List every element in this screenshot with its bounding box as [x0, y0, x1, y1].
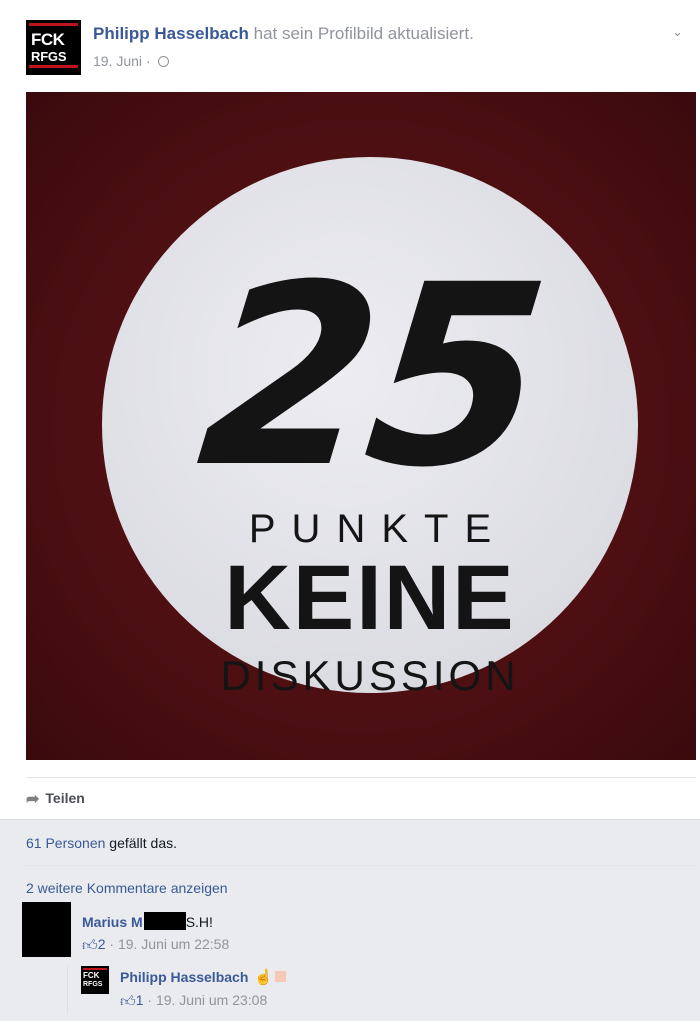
post-meta: 19. Juni · [93, 53, 169, 69]
comment: Marius M S.H! 👍︎2 · 19. Juni um 22:58 [22, 902, 692, 958]
post-action-text: hat sein Profilbild aktualisiert. [253, 24, 474, 43]
reply-meta: 👍︎1 · 19. Juni um 23:08 [120, 992, 267, 1011]
reply-comment: FCK RFGS Philipp Hasselbach ☝ 👍︎1 · 19. J… [81, 966, 681, 1016]
avatar-stripe-bottom [29, 65, 78, 68]
avatar-stripe [83, 968, 107, 970]
photo-number: 25 [188, 231, 552, 522]
profile-picture-image[interactable]: 25 PUNKTE KEINE DISKUSSION [26, 92, 696, 760]
divider [26, 777, 696, 778]
photo-text-punkte: PUNKTE [248, 507, 508, 551]
author-name-link[interactable]: Philipp Hasselbach [93, 24, 249, 43]
comment-text: S.H! [185, 914, 213, 930]
photo-text-keine: KEINE [224, 547, 516, 649]
comment-body: Marius M S.H! [82, 912, 213, 930]
avatar-text-line2: RFGS [31, 49, 67, 64]
comment-time-link[interactable]: 19. Juni um 22:58 [118, 936, 229, 952]
post-card: FCK RFGS Philipp Hasselbach hat sein Pro… [0, 0, 700, 820]
more-comments-link[interactable]: 2 weitere Kommentare anzeigen [26, 880, 228, 896]
reply-author-avatar[interactable]: FCK RFGS [81, 966, 109, 994]
flag-icon [275, 971, 287, 982]
avatar-stripe [29, 23, 78, 26]
share-button[interactable]: ➦ Teilen [26, 789, 85, 809]
likes-suffix: gefällt das. [109, 835, 178, 851]
photo-circle: 25 PUNKTE KEINE DISKUSSION [102, 157, 638, 699]
share-label: Teilen [45, 790, 85, 806]
comment-meta: 👍︎2 · 19. Juni um 22:58 [82, 936, 229, 955]
commenter-avatar-redacted[interactable] [22, 902, 71, 957]
meta-separator: · [147, 992, 153, 1008]
reply-thread-line [67, 966, 68, 1014]
meta-separator: · [145, 53, 151, 69]
avatar-text-line1: FCK [83, 971, 100, 980]
reply-time-link[interactable]: 19. Juni um 23:08 [156, 992, 267, 1008]
author-avatar[interactable]: FCK RFGS [26, 20, 81, 75]
meta-separator: · [109, 936, 115, 952]
chevron-down-icon[interactable]: ⌄ [672, 24, 686, 39]
likes-summary: 61 Personen gefällt das. [26, 835, 177, 851]
like-thumb-icon[interactable]: 👍︎ [120, 993, 136, 1011]
post-date-link[interactable]: 19. Juni [93, 53, 142, 69]
avatar-text-line2: RFGS [83, 981, 103, 988]
like-thumb-icon[interactable]: 👍︎ [82, 937, 98, 955]
post-header: FCK RFGS Philipp Hasselbach hat sein Pro… [26, 20, 686, 80]
comment-like-count[interactable]: 2 [98, 936, 106, 952]
photo-text-diskussion: DISKUSSION [220, 652, 520, 699]
reply-header: Philipp Hasselbach ☝ [120, 968, 287, 986]
globe-icon[interactable] [157, 56, 169, 67]
divider [26, 865, 696, 866]
post-headline: Philipp Hasselbach hat sein Profilbild a… [93, 24, 474, 44]
hand-pointer-icon: ☝ [254, 969, 274, 986]
reply-author-name-link[interactable]: Philipp Hasselbach [120, 969, 248, 985]
avatar-text-line1: FCK [31, 30, 65, 49]
commenter-name-link[interactable]: Marius M [82, 914, 143, 930]
share-arrow-icon: ➦ [26, 791, 40, 808]
reply-like-count[interactable]: 1 [136, 992, 144, 1008]
redaction-box [143, 912, 186, 930]
likes-count-link[interactable]: 61 Personen [26, 835, 105, 851]
